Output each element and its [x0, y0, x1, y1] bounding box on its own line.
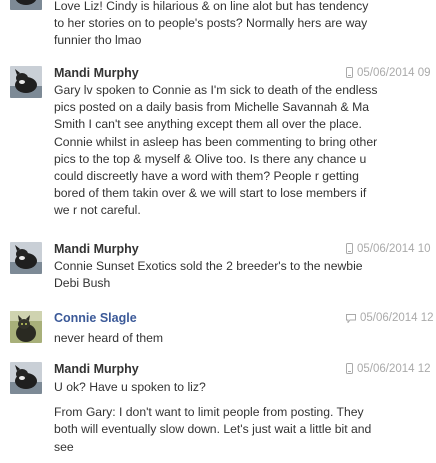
message-body: Connie Sunset Exotics sold the 2 breeder…	[54, 258, 404, 292]
message-line: Love Liz! Cindy is hilarious & on line a…	[54, 0, 369, 13]
phone-icon	[346, 243, 353, 257]
message-line: U ok? Have u spoken to liz?	[54, 380, 206, 394]
message-body: Love Liz! Cindy is hilarious & on line a…	[54, 0, 404, 50]
phone-icon	[346, 363, 353, 377]
message-line: both will eventually slow down. Let's ju…	[54, 422, 372, 437]
message-line: we r not careful.	[54, 203, 141, 218]
timestamp: 05/06/2014 09	[346, 67, 431, 81]
message-line: From Gary: I don't want to limit people …	[54, 405, 364, 420]
message-line: to her stories on to people's posts? Nor…	[54, 16, 368, 31]
dog-avatar-icon[interactable]	[10, 66, 42, 98]
cat-avatar-icon[interactable]	[10, 311, 42, 343]
message-line: never heard of them	[54, 331, 164, 345]
message-line: bored of them takin over & we will start…	[54, 186, 367, 201]
timestamp-text: 05/06/2014 12	[357, 363, 431, 375]
dog-avatar-icon[interactable]	[10, 0, 42, 10]
timestamp: 05/06/2014 10	[346, 243, 431, 257]
sender-name[interactable]: Connie Slagle	[54, 311, 137, 325]
message-line: pics to the top & myself & Olive too. Is…	[54, 151, 367, 166]
message-line: Debi Bush	[54, 276, 111, 291]
message-body: U ok? Have u spoken to liz? From Gary: I…	[54, 379, 404, 456]
message-line: Gary lv spoken to Connie as I'm sick to …	[54, 83, 378, 97]
timestamp-text: 05/06/2014 12	[360, 312, 434, 324]
sender-name[interactable]: Mandi Murphy	[54, 66, 139, 80]
message-line: Connie whilst in asleep has been comment…	[54, 134, 378, 149]
message-line: could discreetly have a word with them? …	[54, 169, 359, 184]
message-body: Gary lv spoken to Connie as I'm sick to …	[54, 82, 404, 220]
timestamp-text: 05/06/2014 10	[357, 243, 431, 255]
phone-icon	[346, 67, 353, 81]
message-line: Connie Sunset Exotics sold the 2 breeder…	[54, 259, 363, 273]
chat-bubble-icon	[346, 314, 356, 326]
timestamp: 05/06/2014 12	[346, 312, 434, 326]
message-line: funnier tho lmao	[54, 33, 142, 48]
sender-name[interactable]: Mandi Murphy	[54, 362, 139, 376]
dog-avatar-icon[interactable]	[10, 362, 42, 394]
message-line: Smith I can't see anything except them a…	[54, 117, 362, 132]
dog-avatar-icon[interactable]	[10, 242, 42, 274]
timestamp: 05/06/2014 12	[346, 363, 431, 377]
sender-name[interactable]: Mandi Murphy	[54, 242, 139, 256]
message-body: never heard of them	[54, 330, 404, 347]
message-line: see	[54, 439, 74, 454]
message-line: pics posted on a daily basis from Michel…	[54, 100, 370, 115]
timestamp-text: 05/06/2014 09	[357, 67, 431, 79]
